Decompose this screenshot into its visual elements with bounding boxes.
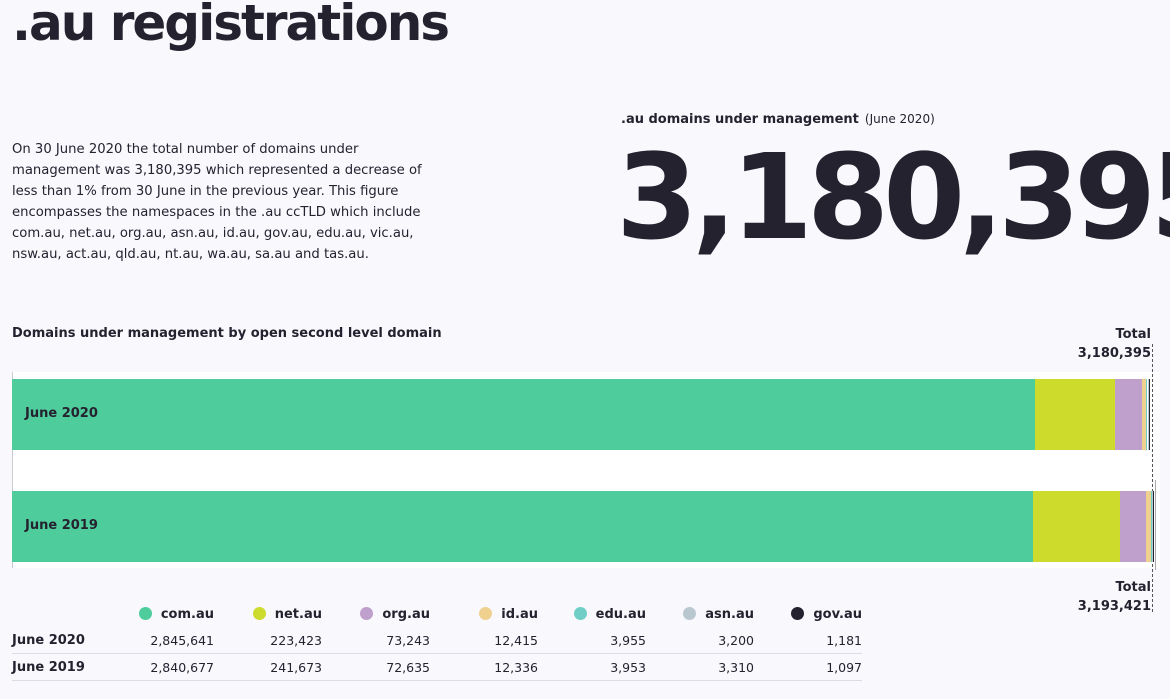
- legend-label: com.au: [160, 606, 214, 622]
- bar-segment-org-au-2019: [1120, 491, 1147, 562]
- table-row-label: June 2020: [12, 627, 106, 654]
- total-marker-line: [1152, 344, 1153, 612]
- chart-reference-line: [1155, 480, 1156, 570]
- table-row: June 2020 2,845,641 223,423 73,243 12,415 3,9…: [12, 627, 862, 654]
- legend-label: id.au: [501, 606, 538, 622]
- table-cell: 3,200: [646, 627, 754, 654]
- legend-swatch: [360, 606, 374, 620]
- total-2020-value: 3,180,395: [1077, 346, 1151, 361]
- legend-table: com.au net.au org.au id.au edu.au asn.au gov.a…: [12, 601, 862, 681]
- legend-label: org.au: [382, 606, 430, 622]
- legend-item-gov-au: gov.au: [754, 601, 862, 627]
- legend-label: asn.au: [705, 606, 754, 622]
- legend-item-com-au: com.au: [106, 601, 214, 627]
- legend-item-org-au: org.au: [322, 601, 430, 627]
- total-2019-label: Total: [1115, 580, 1151, 595]
- table-cell: 72,635: [322, 653, 430, 681]
- legend-swatch: [573, 606, 587, 620]
- table-row-label: June 2019: [12, 653, 106, 681]
- legend-swatch: [791, 606, 805, 620]
- legend-swatch: [683, 606, 697, 620]
- kpi-label: .au domains under management (June 2020): [621, 112, 935, 127]
- legend-corner: [12, 601, 106, 627]
- kpi-label-text: .au domains under management: [621, 112, 859, 127]
- legend-label: edu.au: [595, 606, 646, 622]
- legend-label: gov.au: [813, 606, 862, 622]
- table-cell: 241,673: [214, 653, 322, 681]
- table-cell: 2,840,677: [106, 653, 214, 681]
- bar-segment-com-au-2020: [12, 379, 1035, 450]
- legend-item-edu-au: edu.au: [538, 601, 646, 627]
- chart-title: Domains under management by open second …: [12, 326, 442, 341]
- legend-label: net.au: [274, 606, 322, 622]
- intro-paragraph: On 30 June 2020 the total number of doma…: [12, 142, 422, 263]
- table-cell: 3,953: [538, 653, 646, 681]
- total-2020: Total 3,180,395: [1078, 325, 1151, 363]
- table-cell: 3,310: [646, 653, 754, 681]
- bar-segment-net-au-2020: [1034, 379, 1116, 450]
- table-cell: 73,243: [322, 627, 430, 654]
- page-title: .au registrations: [12, 0, 450, 52]
- table-row: June 2019 2,840,677 241,673 72,635 12,336 3,9…: [12, 653, 862, 681]
- total-2020-label: Total: [1115, 327, 1151, 342]
- table-cell: 2,845,641: [106, 627, 214, 654]
- table-cell: 1,181: [754, 627, 862, 654]
- legend-item-net-au: net.au: [214, 601, 322, 627]
- table-cell: 223,423: [214, 627, 322, 654]
- table-cell: 12,336: [430, 653, 538, 681]
- bar-label-june-2020: June 2020: [25, 406, 98, 421]
- table-cell: 3,955: [538, 627, 646, 654]
- kpi-value: 3,180,395: [616, 128, 1170, 266]
- total-2019: Total 3,193,421: [1078, 578, 1151, 616]
- bar-segment-gov-au-2020: [1148, 379, 1150, 450]
- bar-segment-net-au-2019: [1033, 491, 1121, 562]
- legend-item-asn-au: asn.au: [646, 601, 754, 627]
- bar-segment-com-au-2019: [12, 491, 1034, 562]
- kpi-date: (June 2020): [864, 112, 935, 126]
- bar-segment-gov-au-2019: [1153, 491, 1155, 562]
- legend-swatch: [479, 606, 493, 620]
- legend-swatch: [252, 606, 266, 620]
- table-cell: 12,415: [430, 627, 538, 654]
- bar-label-june-2019: June 2019: [25, 518, 98, 533]
- bar-segment-org-au-2020: [1115, 379, 1142, 450]
- total-2019-value: 3,193,421: [1077, 599, 1151, 614]
- legend-swatch: [138, 606, 152, 620]
- table-cell: 1,097: [754, 653, 862, 681]
- legend-item-id-au: id.au: [430, 601, 538, 627]
